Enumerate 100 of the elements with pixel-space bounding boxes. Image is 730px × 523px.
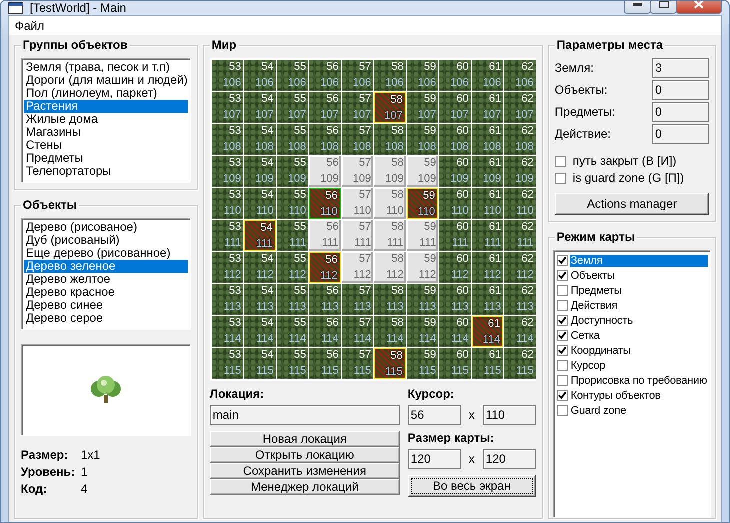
- map-tile[interactable]: 53 108: [212, 124, 244, 155]
- map-tile[interactable]: 61 110: [472, 188, 504, 219]
- map-tile[interactable]: 58 110: [374, 188, 406, 219]
- map-tile[interactable]: 57 111: [342, 220, 374, 251]
- map-tile[interactable]: 60 110: [439, 188, 471, 219]
- map-tile[interactable]: 60 106: [439, 60, 471, 91]
- map-tile[interactable]: 56 114: [309, 316, 341, 347]
- map-tile[interactable]: 53 111: [212, 220, 244, 251]
- map-tile[interactable]: 58 114: [374, 316, 406, 347]
- map-tile[interactable]: 53 113: [212, 284, 244, 315]
- map-tile[interactable]: 61 111: [472, 220, 504, 251]
- map-tile[interactable]: 59 111: [406, 220, 438, 251]
- map-tile[interactable]: 60 113: [439, 284, 471, 315]
- checkbox[interactable]: [556, 390, 568, 401]
- map-tile[interactable]: 62 115: [504, 348, 536, 379]
- checkbox[interactable]: [554, 172, 566, 184]
- map-tile[interactable]: 57 113: [342, 284, 374, 315]
- map-tile[interactable]: 61 107: [472, 92, 504, 123]
- number-field[interactable]: 120: [482, 449, 536, 469]
- value-field[interactable]: 0: [652, 102, 710, 122]
- map-tile[interactable]: 61 108: [472, 124, 504, 155]
- location-field[interactable]: main: [210, 405, 400, 425]
- map-tile[interactable]: 58 113: [374, 284, 406, 315]
- list-item[interactable]: Дерево красное: [24, 286, 188, 299]
- map-tile[interactable]: 54 108: [244, 124, 276, 155]
- map-tile[interactable]: 58 111: [374, 220, 406, 251]
- map-tile[interactable]: 58 108: [374, 124, 406, 155]
- list-item[interactable]: Дуб (рисованый): [24, 234, 188, 247]
- map-tile[interactable]: 55 113: [276, 284, 308, 315]
- map-tile[interactable]: 62 114: [504, 316, 536, 347]
- map-tile[interactable]: 59 108: [406, 124, 438, 155]
- map-tile[interactable]: 62 106: [504, 60, 536, 91]
- list-item[interactable]: Земля (трава, песок и т.п): [24, 61, 188, 74]
- map-tile[interactable]: 55 112: [276, 252, 308, 283]
- map-tile[interactable]: 62 108: [504, 124, 536, 155]
- map-tile[interactable]: 62 111: [504, 220, 536, 251]
- list-item[interactable]: Жилые дома: [24, 113, 188, 126]
- checkbox[interactable]: [556, 330, 568, 341]
- map-tile[interactable]: 54 112: [244, 252, 276, 283]
- map-tile[interactable]: 53 109: [212, 156, 244, 187]
- map-tile[interactable]: 56 108: [309, 124, 341, 155]
- map-tile[interactable]: 55 107: [276, 92, 308, 123]
- map-tile[interactable]: 57 110: [342, 188, 374, 219]
- list-item[interactable]: Курсор: [570, 360, 606, 372]
- map-tile[interactable]: 54 114: [244, 316, 276, 347]
- map-tile[interactable]: 54 115: [244, 348, 276, 379]
- list-item[interactable]: Дерево зеленое: [24, 260, 188, 273]
- number-field[interactable]: 110: [482, 405, 536, 425]
- map-tile[interactable]: 62 112: [504, 252, 536, 283]
- actions-manager-button[interactable]: Actions manager: [554, 193, 710, 215]
- map-tile[interactable]: 55 109: [276, 156, 308, 187]
- checkbox[interactable]: [556, 315, 568, 326]
- map-tile[interactable]: 53 114: [212, 316, 244, 347]
- map-tile[interactable]: 56 112: [309, 252, 341, 283]
- value-field[interactable]: 0: [652, 124, 710, 144]
- map-tile[interactable]: 60 108: [439, 124, 471, 155]
- map-tile[interactable]: 62 109: [504, 156, 536, 187]
- map-tile[interactable]: 56 110: [309, 188, 341, 219]
- checkbox[interactable]: [556, 285, 568, 296]
- map-tile[interactable]: 57 109: [342, 156, 374, 187]
- map-tile[interactable]: 58 107: [374, 92, 406, 123]
- list-item[interactable]: Дороги (для машин и людей): [24, 74, 188, 87]
- checkbox[interactable]: [556, 300, 568, 311]
- checkbox[interactable]: [556, 255, 568, 266]
- map-tile[interactable]: 59 107: [406, 92, 438, 123]
- list-item[interactable]: Предметы: [24, 152, 188, 165]
- map-tile[interactable]: 60 114: [439, 316, 471, 347]
- map-tile[interactable]: 62 107: [504, 92, 536, 123]
- map-tile[interactable]: 54 113: [244, 284, 276, 315]
- list-item[interactable]: Телепортаторы: [24, 165, 188, 178]
- map-tile[interactable]: 54 107: [244, 92, 276, 123]
- list-item[interactable]: Дерево серое: [24, 312, 188, 325]
- map-tile[interactable]: 55 111: [276, 220, 308, 251]
- check-list[interactable]: Земля Объекты Предметы Действия Доступность Сетка Координаты Курсор Прорисовка по требованию Контуры объектов Guard zone: [552, 250, 712, 518]
- map-tile[interactable]: 53 110: [212, 188, 244, 219]
- map-tile[interactable]: 60 115: [439, 348, 471, 379]
- value-field[interactable]: 3: [652, 58, 710, 78]
- list-item[interactable]: Дерево синее: [24, 299, 188, 312]
- map-tile[interactable]: 55 110: [276, 188, 308, 219]
- fullscreen-button[interactable]: Во весь экран: [408, 475, 536, 497]
- list-item[interactable]: Дерево желтое: [24, 273, 188, 286]
- list-item[interactable]: Действия: [570, 300, 619, 312]
- map-tile[interactable]: 56 109: [309, 156, 341, 187]
- map-tile[interactable]: 54 109: [244, 156, 276, 187]
- list-item[interactable]: Guard zone: [570, 404, 628, 416]
- map-tile[interactable]: 55 106: [276, 60, 308, 91]
- list-item[interactable]: Стены: [24, 139, 188, 152]
- map-tile[interactable]: 55 115: [276, 348, 308, 379]
- map-tile[interactable]: 56 113: [309, 284, 341, 315]
- list-item[interactable]: Прорисовка по требованию: [570, 374, 708, 386]
- list-item[interactable]: Доступность: [570, 314, 634, 326]
- map-tile[interactable]: 53 107: [212, 92, 244, 123]
- value-field[interactable]: 0: [652, 80, 710, 100]
- list-item[interactable]: Контуры объектов: [570, 390, 662, 402]
- map-tile[interactable]: 58 109: [374, 156, 406, 187]
- list-item[interactable]: Сетка: [570, 330, 601, 342]
- list-box[interactable]: Земля (трава, песок и т.п) Дороги (для машин и людей) Пол (линолеум, паркет) Растения Жилые дома Магазины Стены Предметы Телепортаторы: [21, 58, 191, 183]
- list-item[interactable]: Координаты: [570, 344, 632, 356]
- list-item[interactable]: Магазины: [24, 126, 188, 139]
- location-button[interactable]: Новая локация: [210, 431, 400, 447]
